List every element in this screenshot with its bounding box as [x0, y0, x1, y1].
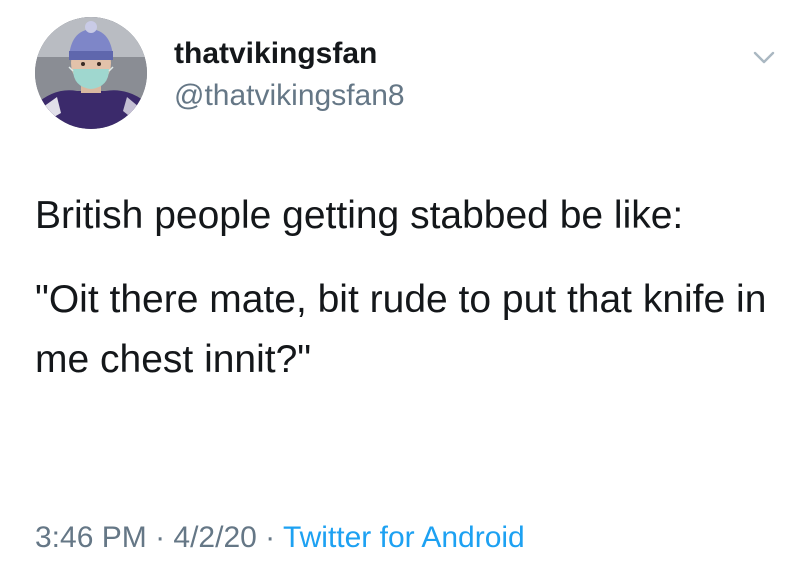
chevron-down-icon[interactable]	[752, 46, 776, 70]
tweet-source-link[interactable]: Twitter for Android	[283, 521, 525, 554]
tweet-line-2: "Oit there mate, bit rude to put that kn…	[35, 278, 767, 381]
meta-separator: ·	[146, 521, 174, 554]
tweet-line-1: British people getting stabbed be like:	[35, 194, 684, 237]
tweet-meta: 3:46 PM · 4/2/20 · Twitter for Android	[35, 520, 525, 556]
avatar[interactable]	[35, 17, 147, 129]
display-name[interactable]: thatvikingsfan	[174, 36, 377, 72]
avatar-photo-icon	[35, 17, 147, 129]
tweet-time[interactable]: 3:46 PM	[35, 521, 147, 554]
tweet-date[interactable]: 4/2/20	[173, 521, 256, 554]
meta-separator: ·	[256, 521, 283, 554]
tweet-text: British people getting stabbed be like: …	[35, 186, 775, 414]
user-handle[interactable]: @thatvikingsfan8	[174, 78, 405, 114]
tweet-card: thatvikingsfan @thatvikingsfan8 British …	[0, 0, 800, 565]
